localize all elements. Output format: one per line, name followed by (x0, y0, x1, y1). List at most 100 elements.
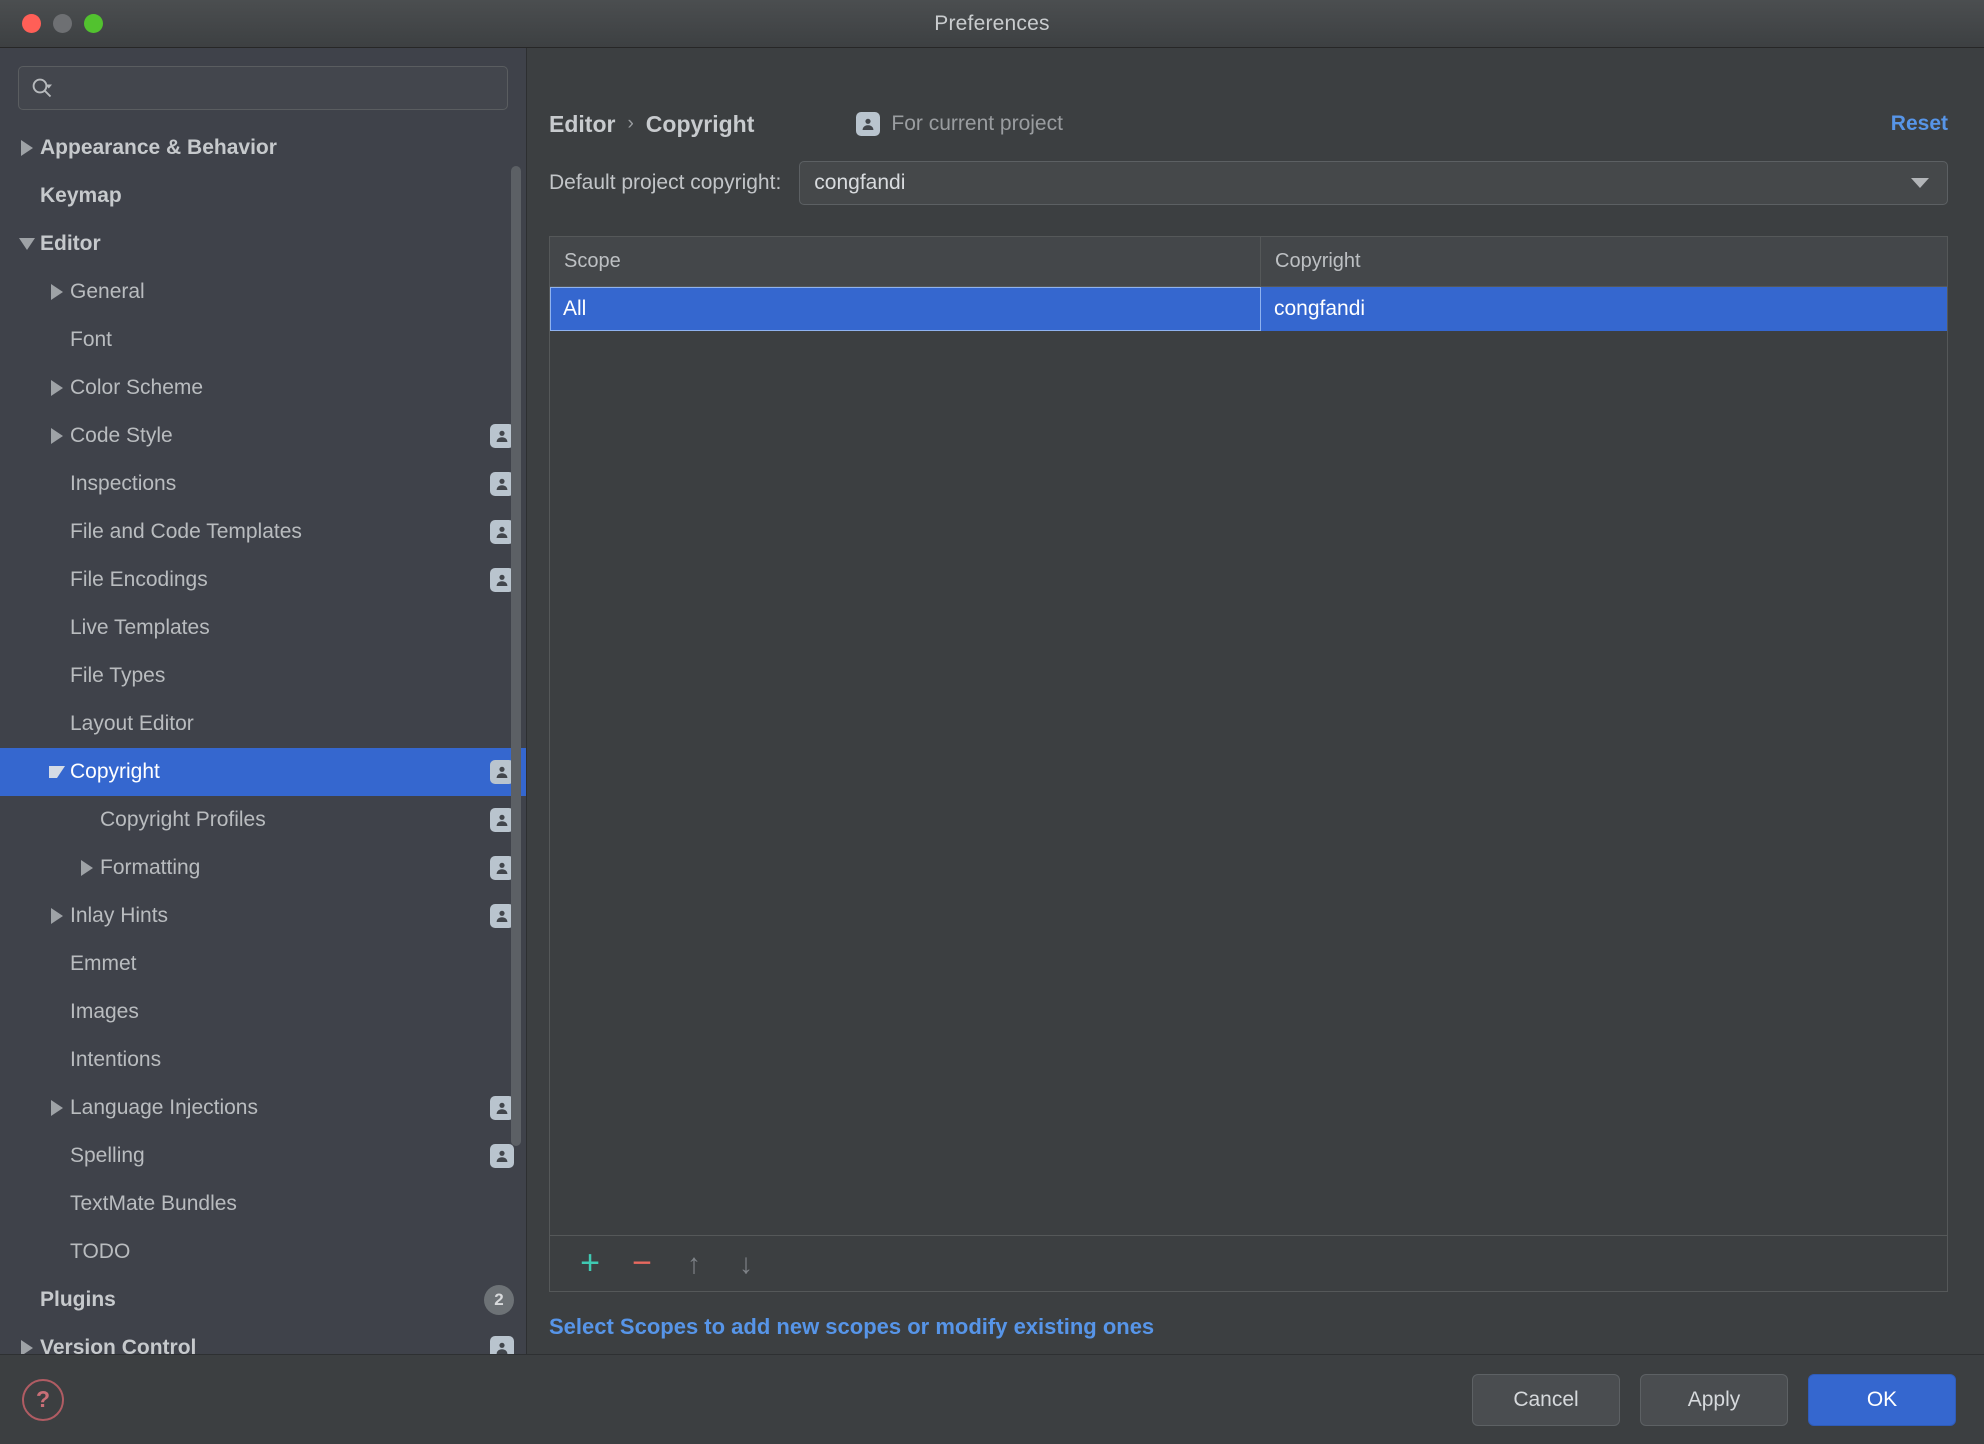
sidebar-item-code-style[interactable]: Code Style (0, 412, 526, 460)
sidebar-item-label: File Types (70, 664, 166, 687)
chevron-down-icon[interactable] (44, 766, 70, 778)
chevron-right-icon[interactable] (44, 284, 70, 300)
search-box[interactable] (18, 66, 508, 110)
sidebar-item-file-encodings[interactable]: File Encodings (0, 556, 526, 604)
sidebar-item-live-templates[interactable]: Live Templates (0, 604, 526, 652)
sidebar-item-label: Inlay Hints (70, 904, 169, 927)
sidebar-item-layout-editor[interactable]: Layout Editor (0, 700, 526, 748)
sidebar-item-version-control[interactable]: Version Control (0, 1324, 526, 1354)
sidebar-item-label: Language Injections (70, 1096, 258, 1119)
sidebar-item-spelling[interactable]: Spelling (0, 1132, 526, 1180)
sidebar-item-label: Editor (40, 232, 101, 255)
cell-scope[interactable]: All (550, 287, 1261, 331)
sidebar-item-intentions[interactable]: Intentions (0, 1036, 526, 1084)
sidebar-item-label: File and Code Templates (70, 520, 302, 543)
sidebar-item-todo[interactable]: TODO (0, 1228, 526, 1276)
column-header-copyright[interactable]: Copyright (1261, 237, 1947, 286)
reset-link[interactable]: Reset (1891, 112, 1948, 136)
default-copyright-label: Default project copyright: (549, 171, 782, 194)
ok-button[interactable]: OK (1808, 1373, 1956, 1426)
sidebar-item-images[interactable]: Images (0, 988, 526, 1036)
person-badge-icon (490, 1336, 514, 1354)
close-window-button[interactable] (22, 14, 41, 33)
default-copyright-row: Default project copyright: congfandi (527, 152, 1984, 214)
sidebar-item-plugins[interactable]: Plugins 2 (0, 1276, 526, 1324)
chevron-right-icon[interactable] (44, 1100, 70, 1116)
chevron-right-icon[interactable] (44, 428, 70, 444)
cancel-button[interactable]: Cancel (1472, 1373, 1620, 1426)
sidebar-item-label: Live Templates (70, 616, 210, 639)
title-bar: Preferences (0, 0, 1984, 48)
zoom-window-button[interactable] (84, 14, 103, 33)
sidebar-item-label: Code Style (70, 424, 173, 447)
sidebar-item-formatting[interactable]: Formatting (0, 844, 526, 892)
table-toolbar: + − ↑ ↓ (550, 1235, 1947, 1291)
scopes-table: Scope Copyright All congfandi + − ↑ ↓ (549, 236, 1948, 1292)
chevron-right-icon[interactable] (44, 380, 70, 396)
window-body: Appearance & Behavior Keymap Editor General… (0, 48, 1984, 1354)
sidebar-item-label: Images (70, 1000, 139, 1023)
move-up-button[interactable]: ↑ (668, 1242, 720, 1286)
breadcrumb-parent[interactable]: Editor (549, 111, 615, 138)
sidebar-item-label: Formatting (100, 856, 201, 879)
sidebar-item-file-and-code-templates[interactable]: File and Code Templates (0, 508, 526, 556)
sidebar-item-label: Font (70, 328, 113, 351)
sidebar-item-inlay-hints[interactable]: Inlay Hints (0, 892, 526, 940)
sidebar-item-file-types[interactable]: File Types (0, 652, 526, 700)
dialog-footer: ? Cancel Apply OK (0, 1354, 1984, 1444)
help-button[interactable]: ? (22, 1378, 64, 1421)
remove-scope-button[interactable]: − (616, 1242, 668, 1286)
default-copyright-value: congfandi (814, 171, 906, 194)
hint-row: Select Scopes to add new scopes or modif… (527, 1292, 1984, 1354)
sidebar-item-label: Color Scheme (70, 376, 204, 399)
chevron-down-icon (1911, 178, 1929, 188)
sidebar-item-editor[interactable]: Editor (0, 220, 526, 268)
sidebar-item-copyright[interactable]: Copyright (0, 748, 526, 796)
table-row[interactable]: All congfandi (550, 287, 1947, 331)
sidebar-item-general[interactable]: General (0, 268, 526, 316)
sidebar-item-label: Version Control (40, 1336, 197, 1354)
sidebar-item-emmet[interactable]: Emmet (0, 940, 526, 988)
sidebar-item-label: Emmet (70, 952, 137, 975)
column-header-scope[interactable]: Scope (550, 237, 1261, 286)
default-copyright-dropdown[interactable]: congfandi (799, 161, 1948, 205)
chevron-down-icon[interactable] (14, 238, 40, 250)
breadcrumb-separator-icon: › (627, 113, 634, 134)
search-input[interactable] (61, 77, 495, 99)
sidebar-item-inspections[interactable]: Inspections (0, 460, 526, 508)
person-badge-icon (490, 1144, 514, 1168)
move-down-button[interactable]: ↓ (720, 1242, 772, 1286)
sidebar-item-label: TextMate Bundles (70, 1192, 237, 1215)
settings-tree: Appearance & Behavior Keymap Editor General… (0, 122, 526, 1354)
sidebar-item-color-scheme[interactable]: Color Scheme (0, 364, 526, 412)
apply-button[interactable]: Apply (1640, 1373, 1788, 1426)
select-scopes-link[interactable]: Select Scopes to add new scopes or modif… (549, 1314, 1154, 1339)
sidebar-item-label: Intentions (70, 1048, 162, 1071)
chevron-right-icon[interactable] (14, 140, 40, 156)
sidebar-item-language-injections[interactable]: Language Injections (0, 1084, 526, 1132)
sidebar-scrollbar[interactable] (511, 166, 521, 1146)
sidebar-item-font[interactable]: Font (0, 316, 526, 364)
sidebar-item-label: Appearance & Behavior (40, 136, 277, 159)
sidebar-item-textmate-bundles[interactable]: TextMate Bundles (0, 1180, 526, 1228)
plugin-count-badge: 2 (484, 1285, 514, 1315)
chevron-right-icon[interactable] (14, 1340, 40, 1354)
sidebar-item-label: Spelling (70, 1144, 145, 1167)
chevron-right-icon[interactable] (74, 860, 100, 876)
breadcrumb-current: Copyright (645, 110, 755, 137)
sidebar-item-label: File Encodings (70, 568, 208, 591)
sidebar-item-keymap[interactable]: Keymap (0, 172, 526, 220)
sidebar-item-copyright-profiles[interactable]: Copyright Profiles (0, 796, 526, 844)
chevron-right-icon[interactable] (44, 908, 70, 924)
sidebar-item-label: TODO (70, 1240, 131, 1263)
sidebar-item-label: Layout Editor (70, 712, 194, 735)
cell-copyright[interactable]: congfandi (1261, 287, 1947, 331)
person-badge-icon (856, 112, 881, 136)
minimize-window-button[interactable] (53, 14, 72, 33)
add-scope-button[interactable]: + (564, 1242, 616, 1286)
preferences-window: Preferences Appearance & Behavior Keymap E… (0, 0, 1984, 1444)
scope-note: For current project (856, 112, 1063, 136)
search-icon (32, 78, 52, 98)
search-container (0, 48, 526, 122)
sidebar-item-appearance-behavior[interactable]: Appearance & Behavior (0, 124, 526, 172)
